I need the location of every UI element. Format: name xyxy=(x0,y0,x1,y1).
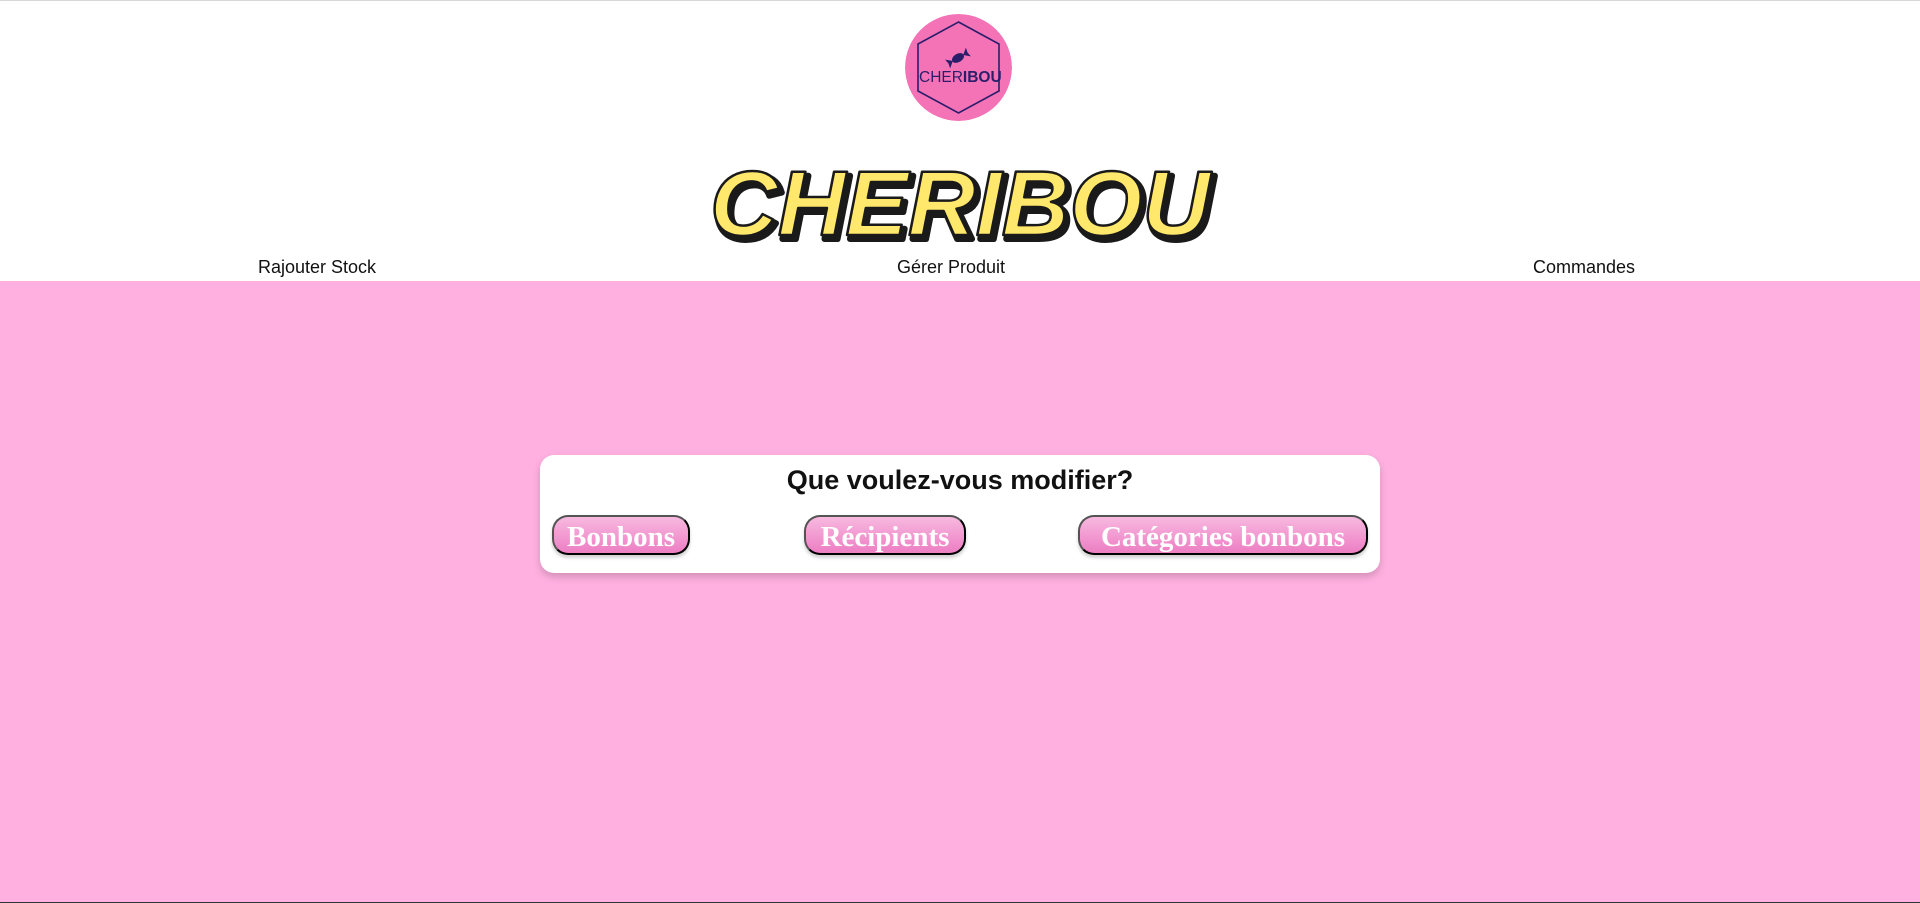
brand-title-graphic: CHERIBOU CHERIBOU xyxy=(709,153,1219,253)
nav-gerer-produit[interactable]: Gérer Produit xyxy=(897,257,1005,278)
logo-graphic: CHERIBOU xyxy=(905,14,1012,121)
brand-title: CHERIBOU CHERIBOU xyxy=(700,153,1220,253)
brand-title-text: CHERIBOU xyxy=(710,153,1213,253)
bonbons-button[interactable]: Bonbons xyxy=(552,515,690,555)
recipients-button[interactable]: Récipients xyxy=(804,515,966,555)
nav-commandes[interactable]: Commandes xyxy=(1533,257,1635,278)
nav-rajouter-stock[interactable]: Rajouter Stock xyxy=(258,257,376,278)
logo-text-bold: IBOU xyxy=(963,69,1002,86)
brand-logo[interactable]: CHERIBOU xyxy=(905,14,1012,121)
svg-text:CHERIBOU: CHERIBOU xyxy=(919,69,1002,86)
modify-card: Que voulez-vous modifier? Bonbons Récipi… xyxy=(540,455,1380,573)
site-header: CHERIBOU CHERIBOU CHERIBOU Rajouter Stoc… xyxy=(0,1,1920,281)
main-content: Que voulez-vous modifier? Bonbons Récipi… xyxy=(0,281,1920,902)
page: CHERIBOU CHERIBOU CHERIBOU Rajouter Stoc… xyxy=(0,0,1920,903)
logo-text-light: CHER xyxy=(919,69,963,86)
modify-question: Que voulez-vous modifier? xyxy=(786,465,1134,495)
categories-bonbons-button[interactable]: Catégories bonbons xyxy=(1078,515,1368,555)
